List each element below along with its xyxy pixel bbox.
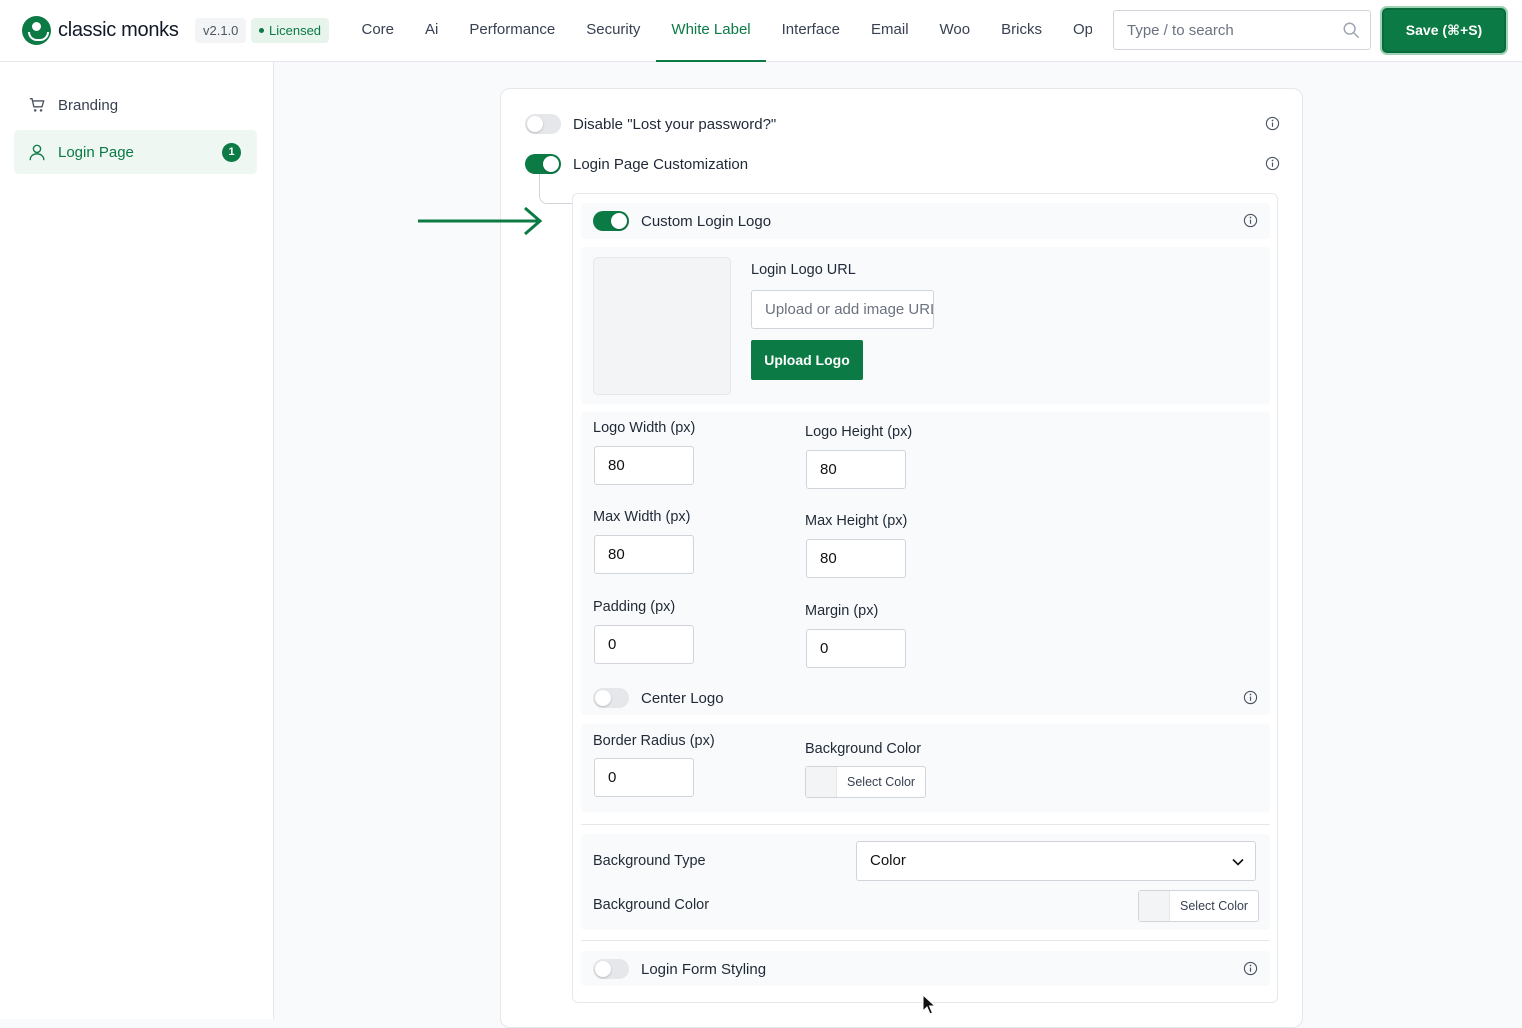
nav-tab-white-label[interactable]: White Label bbox=[655, 0, 767, 62]
login-form-styling-block: Login Form Styling bbox=[581, 951, 1270, 986]
login-form-styling-toggle[interactable] bbox=[593, 959, 629, 979]
color-swatch bbox=[806, 767, 837, 797]
nav-tab-core[interactable]: Core bbox=[346, 0, 410, 62]
select-value: Color bbox=[870, 852, 906, 869]
nav-tab-woo[interactable]: Woo bbox=[924, 0, 986, 62]
center-logo-toggle[interactable] bbox=[593, 688, 629, 708]
setting-row-disable-lost-password: Disable "Lost your password?" bbox=[525, 111, 1280, 137]
max-width-input[interactable]: 80 bbox=[594, 535, 694, 574]
divider bbox=[581, 824, 1270, 825]
field-label: Margin (px) bbox=[805, 603, 879, 619]
background-block: Background Type Color Background Color S… bbox=[581, 834, 1270, 930]
nav-tab-bricks[interactable]: Bricks bbox=[986, 0, 1058, 62]
nav-tab-interface[interactable]: Interface bbox=[766, 0, 855, 62]
center-logo-row: Center Logo bbox=[593, 686, 1258, 710]
margin-input[interactable]: 0 bbox=[806, 629, 906, 668]
field-label: Logo Width (px) bbox=[593, 420, 696, 436]
chevron-down-icon bbox=[1232, 858, 1244, 866]
arrow-right-icon bbox=[418, 206, 543, 236]
upload-logo-button[interactable]: Upload Logo bbox=[751, 340, 863, 380]
search-input[interactable] bbox=[1114, 11, 1334, 49]
user-icon bbox=[28, 143, 46, 161]
license-label: Licensed bbox=[269, 23, 322, 38]
status-dot-icon bbox=[259, 28, 264, 33]
logo-style-block: Border Radius (px) 0 Background Color Se… bbox=[581, 724, 1270, 812]
setting-label: Login Page Customization bbox=[573, 155, 749, 173]
color-swatch bbox=[1139, 891, 1170, 921]
setting-label: Login Form Styling bbox=[641, 960, 767, 978]
field-label: Background Type bbox=[593, 853, 706, 869]
sidebar: Branding Login Page 1 bbox=[0, 62, 274, 1019]
monk-logo-icon bbox=[22, 16, 51, 45]
field-label: Padding (px) bbox=[593, 599, 676, 615]
disable-lost-password-toggle[interactable] bbox=[525, 114, 561, 134]
login-customization-subpanel: Custom Login Logo Login Logo URL Upload … bbox=[572, 193, 1278, 1003]
info-icon[interactable] bbox=[1265, 116, 1280, 131]
padding-input[interactable]: 0 bbox=[594, 625, 694, 664]
nav-tab-ai[interactable]: Ai bbox=[410, 0, 454, 62]
top-bar: classic monks v2.1.0 Licensed Core Ai Pe… bbox=[0, 0, 1522, 62]
app-logo[interactable]: classic monks bbox=[22, 16, 179, 45]
custom-logo-header: Custom Login Logo bbox=[581, 203, 1270, 239]
info-icon[interactable] bbox=[1243, 690, 1258, 705]
login-customization-toggle[interactable] bbox=[525, 154, 561, 174]
logo-preview bbox=[593, 257, 731, 395]
logo-upload-block: Login Logo URL Upload or add image URL U… bbox=[581, 247, 1270, 404]
cart-icon bbox=[28, 96, 46, 114]
divider bbox=[581, 940, 1270, 941]
sidebar-item-login-page[interactable]: Login Page 1 bbox=[14, 130, 257, 174]
save-button[interactable]: Save (⌘+S) bbox=[1382, 8, 1506, 53]
tree-connector bbox=[539, 174, 573, 204]
sidebar-item-label: Login Page bbox=[58, 143, 134, 161]
field-label: Max Height (px) bbox=[805, 513, 908, 529]
info-icon[interactable] bbox=[1243, 213, 1258, 228]
nav-tab-email[interactable]: Email bbox=[856, 0, 925, 62]
setting-label: Center Logo bbox=[641, 689, 724, 707]
page-bg-color-picker[interactable]: Select Color bbox=[1138, 890, 1260, 922]
setting-row-login-customization: Login Page Customization bbox=[525, 151, 1280, 177]
border-radius-input[interactable]: 0 bbox=[594, 758, 694, 797]
logo-dimensions-block: Logo Width (px) 80 Logo Height (px) 80 M… bbox=[581, 412, 1270, 688]
field-label: Border Radius (px) bbox=[593, 733, 715, 749]
info-icon[interactable] bbox=[1265, 156, 1280, 171]
license-badge: Licensed bbox=[251, 18, 330, 43]
main-nav: Core Ai Performance Security White Label… bbox=[346, 0, 1092, 62]
nav-tab-security[interactable]: Security bbox=[571, 0, 656, 62]
nav-tab-performance[interactable]: Performance bbox=[454, 0, 571, 62]
max-height-input[interactable]: 80 bbox=[806, 539, 906, 578]
search-icon[interactable] bbox=[1342, 21, 1360, 39]
field-label: Login Logo URL bbox=[751, 262, 856, 278]
logo-width-input[interactable]: 80 bbox=[594, 446, 694, 485]
select-color-label: Select Color bbox=[1180, 899, 1249, 913]
info-icon[interactable] bbox=[1243, 961, 1258, 976]
logo-text: classic monks bbox=[58, 19, 179, 41]
field-label: Background Color bbox=[593, 897, 710, 913]
setting-label: Disable "Lost your password?" bbox=[573, 115, 777, 133]
logo-url-input[interactable]: Upload or add image URL bbox=[751, 290, 934, 329]
center-logo-block: Center Logo bbox=[581, 681, 1270, 715]
background-type-select[interactable]: Color bbox=[856, 841, 1256, 881]
logo-bg-color-picker[interactable]: Select Color bbox=[805, 766, 927, 798]
mouse-cursor-icon bbox=[922, 994, 936, 1015]
login-form-styling-row: Login Form Styling bbox=[593, 957, 1258, 981]
logo-height-input[interactable]: 80 bbox=[806, 450, 906, 489]
search-box[interactable] bbox=[1113, 10, 1371, 50]
setting-label: Custom Login Logo bbox=[641, 212, 772, 230]
custom-logo-toggle[interactable] bbox=[593, 211, 629, 231]
version-badge: v2.1.0 bbox=[195, 18, 247, 43]
custom-logo-row: Custom Login Logo bbox=[593, 209, 1258, 233]
field-label: Background Color bbox=[805, 741, 922, 757]
sidebar-item-label: Branding bbox=[58, 96, 119, 114]
sidebar-item-branding[interactable]: Branding bbox=[14, 83, 257, 127]
select-color-label: Select Color bbox=[847, 775, 916, 789]
count-badge: 1 bbox=[222, 143, 241, 162]
nav-tab-opt[interactable]: Opt bbox=[1057, 0, 1092, 62]
field-label: Logo Height (px) bbox=[805, 424, 913, 440]
field-label: Max Width (px) bbox=[593, 509, 691, 525]
